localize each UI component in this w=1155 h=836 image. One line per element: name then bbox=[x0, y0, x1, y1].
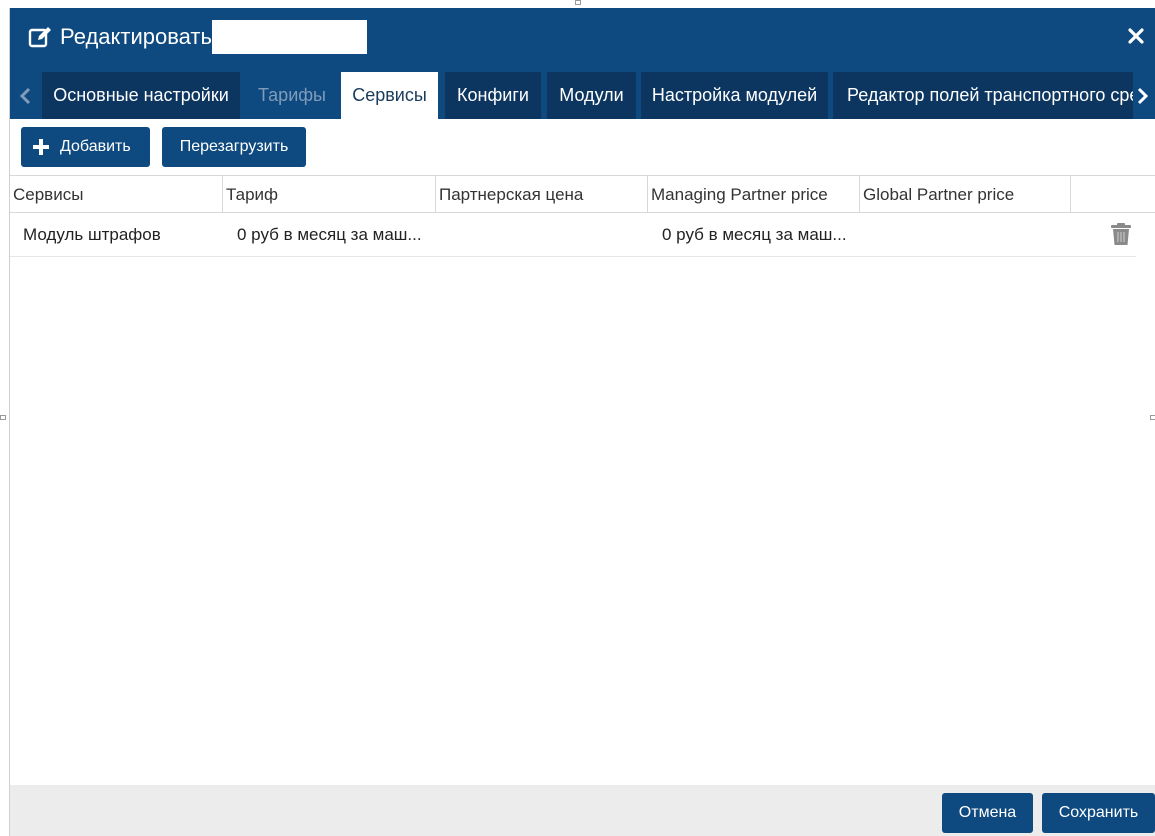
column-header-tariff[interactable]: Тариф bbox=[223, 176, 436, 213]
column-header-services[interactable]: Сервисы bbox=[10, 176, 223, 213]
tab-tariffs[interactable]: Тарифы bbox=[244, 72, 340, 119]
add-button[interactable]: Добавить bbox=[21, 127, 150, 167]
plus-icon bbox=[33, 139, 49, 155]
dialog-header: Редактировать Основные настройки Тарифы … bbox=[10, 8, 1155, 119]
cell-partner-price bbox=[450, 213, 646, 256]
cell-managing-partner-price: 0 руб в месяц за маш... bbox=[662, 225, 847, 244]
tab-main-settings[interactable]: Основные настройки bbox=[42, 72, 240, 119]
tab-vehicle-fields-editor[interactable]: Редактор полей транспортного сре bbox=[833, 72, 1133, 119]
cell-service: Модуль штрафов bbox=[23, 225, 161, 244]
column-header-global-partner-price[interactable]: Global Partner price bbox=[860, 176, 1071, 213]
tabs-next-button[interactable] bbox=[1130, 72, 1155, 119]
edit-icon bbox=[28, 27, 51, 48]
add-button-label: Добавить bbox=[60, 138, 131, 155]
title-name-redacted bbox=[211, 20, 367, 54]
chevron-left-icon bbox=[19, 87, 31, 104]
dialog-title-row: Редактировать bbox=[28, 20, 367, 54]
tab-configs[interactable]: Конфиги bbox=[445, 72, 541, 119]
trash-icon[interactable] bbox=[1109, 222, 1133, 246]
tab-services[interactable]: Сервисы bbox=[341, 72, 438, 119]
chevron-right-icon bbox=[1137, 87, 1149, 104]
cancel-button[interactable]: Отмена bbox=[942, 793, 1033, 833]
tabs-bar: Основные настройки Тарифы Сервисы Конфиг… bbox=[10, 72, 1155, 119]
cell-tariff: 0 руб в месяц за маш... bbox=[237, 225, 422, 244]
save-button[interactable]: Сохранить bbox=[1042, 793, 1155, 833]
resize-handle-right[interactable] bbox=[1150, 415, 1155, 420]
column-header-managing-partner-price[interactable]: Managing Partner price bbox=[648, 176, 860, 213]
resize-handle-top[interactable] bbox=[575, 0, 581, 5]
table-header: Сервисы Тариф Партнерская цена Managing … bbox=[10, 175, 1155, 213]
edit-dialog: Редактировать Основные настройки Тарифы … bbox=[0, 0, 1155, 836]
dialog-title: Редактировать bbox=[60, 24, 212, 49]
column-header-actions bbox=[1071, 176, 1155, 213]
resize-handle-left[interactable] bbox=[0, 415, 6, 420]
tab-modules[interactable]: Модули bbox=[547, 72, 636, 119]
tabs-prev-button[interactable] bbox=[12, 72, 38, 119]
reload-button[interactable]: Перезагрузить bbox=[162, 127, 306, 167]
cell-global-partner-price bbox=[874, 213, 1070, 256]
services-table: Сервисы Тариф Партнерская цена Managing … bbox=[10, 175, 1155, 257]
tab-module-settings[interactable]: Настройка модулей bbox=[641, 72, 828, 119]
close-icon[interactable] bbox=[1128, 28, 1144, 44]
column-header-partner-price[interactable]: Партнерская цена bbox=[436, 176, 648, 213]
dialog-footer: Отмена Сохранить bbox=[10, 785, 1155, 836]
table-row[interactable]: Модуль штрафов 0 руб в месяц за маш... 0… bbox=[10, 213, 1136, 257]
